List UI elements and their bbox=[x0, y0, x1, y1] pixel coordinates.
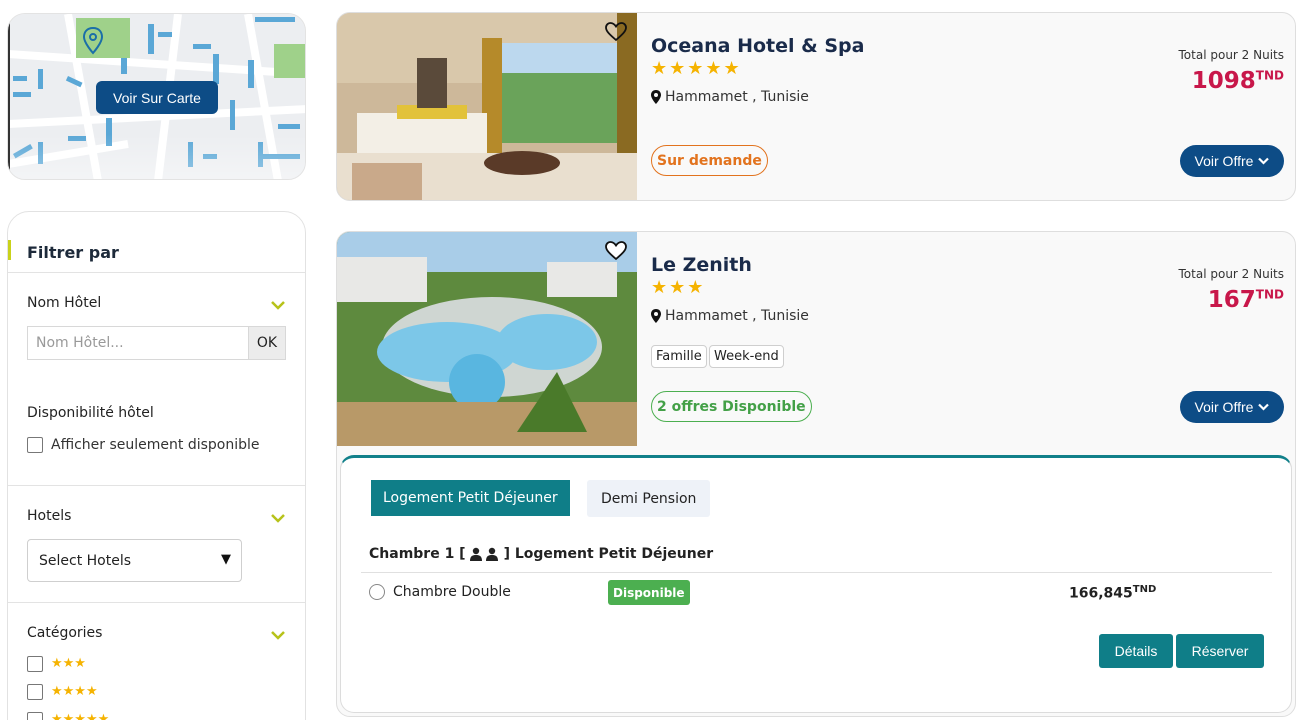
hotel-price-value: 1098 bbox=[1191, 68, 1256, 94]
map-edge bbox=[8, 14, 10, 179]
hotel-photo[interactable] bbox=[337, 13, 637, 201]
hotel-location-text: Hammamet , Tunisie bbox=[665, 89, 809, 105]
hotels-filter-label: Hotels bbox=[27, 508, 72, 524]
favorite-heart-icon[interactable] bbox=[605, 22, 627, 42]
chevron-down-icon bbox=[1258, 403, 1270, 411]
chevron-down-icon[interactable] bbox=[271, 630, 285, 640]
tab-demi-pension[interactable]: Demi Pension bbox=[587, 480, 711, 517]
hotel-location: Hammamet , Tunisie bbox=[651, 89, 809, 105]
location-pin-icon bbox=[82, 26, 104, 55]
chevron-down-icon[interactable] bbox=[271, 300, 285, 310]
hotel-price-value: 167 bbox=[1207, 287, 1256, 313]
availability-badge: Disponible bbox=[608, 580, 690, 605]
hotels-select-value: Select Hotels bbox=[39, 552, 132, 569]
room-price: 166,845TND bbox=[1069, 584, 1156, 602]
room-title: Chambre 1 [ ] Logement Petit Déjeuner bbox=[369, 546, 713, 562]
room-name: Chambre Double bbox=[393, 584, 511, 600]
hotel-stars: ★★★★★ bbox=[651, 58, 742, 79]
map-marker-icon bbox=[651, 90, 661, 104]
currency-label: TND bbox=[1255, 68, 1284, 83]
room-select-radio[interactable] bbox=[369, 584, 385, 600]
availability-filter-label: Disponibilité hôtel bbox=[27, 405, 154, 421]
divider bbox=[361, 572, 1272, 573]
hotel-location: Hammamet , Tunisie bbox=[651, 308, 809, 324]
hotels-select[interactable]: Select Hotels ▼ bbox=[27, 539, 242, 582]
hotel-name-filter-label: Nom Hôtel bbox=[27, 295, 102, 311]
book-button[interactable]: Réserver bbox=[1176, 634, 1264, 668]
total-nights-label: Total pour 2 Nuits bbox=[1178, 48, 1284, 62]
view-offer-button[interactable]: Voir Offre bbox=[1180, 391, 1284, 423]
search-results-page: Voir Sur Carte Filtrer par Nom Hôtel Nom… bbox=[0, 0, 1298, 720]
currency-label: TND bbox=[1255, 287, 1284, 302]
hotel-price: 1098TND bbox=[1192, 68, 1284, 94]
favorite-heart-icon[interactable] bbox=[605, 241, 627, 261]
hotel-stars: ★★★ bbox=[651, 277, 706, 298]
hotel-name-ok-button[interactable]: OK bbox=[248, 326, 286, 360]
chevron-down-icon[interactable] bbox=[271, 513, 285, 523]
filter-title-accent bbox=[8, 240, 11, 260]
tag-weekend: Week-end bbox=[709, 345, 784, 368]
hotel-name[interactable]: Oceana Hotel & Spa bbox=[651, 35, 864, 57]
categories-filter-label: Catégories bbox=[27, 625, 103, 641]
guests-icon bbox=[469, 547, 498, 561]
map-preview[interactable]: Voir Sur Carte bbox=[7, 13, 306, 180]
total-nights-label: Total pour 2 Nuits bbox=[1178, 267, 1284, 281]
tag-family: Famille bbox=[651, 345, 707, 368]
view-offer-label: Voir Offre bbox=[1194, 399, 1254, 415]
hotel-name[interactable]: Le Zenith bbox=[651, 254, 752, 276]
details-button[interactable]: Détails bbox=[1099, 634, 1173, 668]
room-price-value: 166,845 bbox=[1069, 585, 1133, 602]
hotel-photo[interactable] bbox=[337, 232, 637, 446]
chevron-down-icon bbox=[1258, 157, 1270, 165]
offers-panel: Logement Petit Déjeuner Demi Pension Cha… bbox=[340, 455, 1292, 713]
offers-available-badge: 2 offres Disponible bbox=[651, 391, 812, 422]
hotel-location-text: Hammamet , Tunisie bbox=[665, 308, 809, 324]
dropdown-arrow-icon: ▼ bbox=[221, 552, 231, 567]
hotel-card: Oceana Hotel & Spa ★★★★★ Hammamet , Tuni… bbox=[336, 12, 1296, 201]
category-4-stars-checkbox[interactable] bbox=[27, 684, 43, 700]
category-3-stars-checkbox[interactable] bbox=[27, 656, 43, 672]
available-only-label: Afficher seulement disponible bbox=[51, 437, 260, 453]
tab-logement-petit-dejeuner[interactable]: Logement Petit Déjeuner bbox=[371, 480, 570, 516]
divider bbox=[8, 485, 305, 486]
divider bbox=[8, 602, 305, 603]
divider bbox=[8, 272, 305, 273]
available-only-checkbox[interactable] bbox=[27, 437, 43, 453]
view-offer-button[interactable]: Voir Offre bbox=[1180, 145, 1284, 177]
on-request-badge: Sur demande bbox=[651, 145, 768, 176]
currency-label: TND bbox=[1132, 584, 1157, 595]
category-3-stars-label: ★★★ bbox=[51, 656, 86, 671]
filter-panel: Filtrer par Nom Hôtel Nom Hôtel... OK Di… bbox=[7, 211, 306, 720]
view-offer-label: Voir Offre bbox=[1194, 153, 1254, 169]
room-title-suffix: ] Logement Petit Déjeuner bbox=[503, 546, 714, 562]
category-4-stars-label: ★★★★ bbox=[51, 684, 98, 699]
category-5-stars-checkbox[interactable] bbox=[27, 712, 43, 720]
filter-title: Filtrer par bbox=[27, 243, 119, 262]
room-title-prefix: Chambre 1 [ bbox=[369, 546, 466, 562]
category-5-stars-label: ★★★★★ bbox=[51, 712, 110, 720]
hotel-price: 167TND bbox=[1208, 287, 1284, 313]
map-marker-icon bbox=[651, 309, 661, 323]
hotel-name-input[interactable]: Nom Hôtel... bbox=[27, 326, 249, 360]
view-on-map-button[interactable]: Voir Sur Carte bbox=[96, 81, 218, 114]
